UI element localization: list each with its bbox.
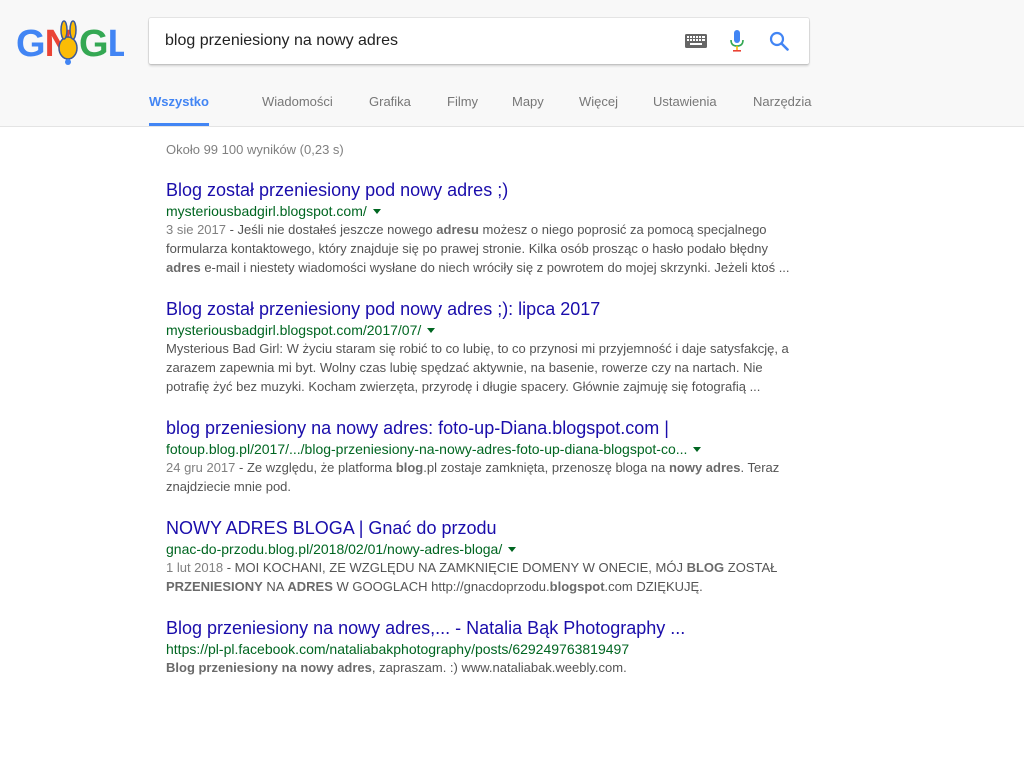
result-title-link[interactable]: Blog został przeniesiony pod nowy adres … [166,297,796,321]
result-date: 3 sie 2017 [166,222,226,237]
snippet-highlight: BLOG [686,560,725,575]
search-result: Blog został przeniesiony pod nowy adres … [166,178,796,277]
result-date: 1 lut 2018 [166,560,224,575]
snippet-highlight: blog [395,460,424,475]
tab-news[interactable]: Wiadomości [262,84,333,126]
snippet-text: - Ze względu, że platforma [235,460,396,475]
result-stats: Około 99 100 wyników (0,23 s) [166,142,344,157]
search-result: Blog przeniesiony na nowy adres,... - Na… [166,616,796,677]
google-doodle-logo[interactable]: GN GLE [16,18,124,66]
snippet-highlight: blogspot [549,579,605,594]
tab-videos[interactable]: Filmy [447,84,478,126]
search-result: NOWY ADRES BLOGA | Gnać do przodu gnac-do… [166,516,796,596]
mic-icon[interactable] [729,30,745,52]
result-snippet: Blog przeniesiony na nowy adres, zaprasz… [166,658,796,677]
result-title-link[interactable]: NOWY ADRES BLOGA | Gnać do przodu [166,516,796,540]
caret-down-icon[interactable] [508,547,517,552]
result-snippet: 24 gru 2017 - Ze względu, że platforma b… [166,458,796,496]
snippet-text: .com DZIĘKUJĘ. [604,579,703,594]
snippet-highlight: adres [166,260,201,275]
result-url: https://pl-pl.facebook.com/nataliabakpho… [166,640,796,658]
result-snippet: 1 lut 2018 - MOI KOCHANI, ZE WZGLĘDU NA … [166,558,796,596]
result-url-text: mysteriousbadgirl.blogspot.com/ [166,203,367,219]
result-url-text: gnac-do-przodu.blog.pl/2018/02/01/nowy-a… [166,541,503,557]
snippet-text: NA [262,579,288,594]
tab-all[interactable]: Wszystko [149,84,209,126]
snippet-text: - Jeśli nie dostałeś jeszcze nowego [226,222,437,237]
snippet-highlight: PRZENIESIONY [166,579,263,594]
caret-down-icon[interactable] [427,328,436,333]
caret-down-icon[interactable] [372,209,381,214]
result-url-text: mysteriousbadgirl.blogspot.com/2017/07/ [166,322,422,338]
result-snippet: Mysterious Bad Girl: W życiu staram się … [166,339,796,396]
result-title-link[interactable]: Blog został przeniesiony pod nowy adres … [166,178,796,202]
result-url: fotoup.blog.pl/2017/.../blog-przeniesion… [166,440,796,458]
snippet-text: , zapraszam. :) www.nataliabak.weebly.co… [371,660,627,675]
snippet-text: ZOSTAŁ [724,560,778,575]
result-url: mysteriousbadgirl.blogspot.com/2017/07/ [166,321,796,339]
snippet-text: Mysterious Bad Girl: W życiu staram się … [166,341,789,394]
snippet-text: W GOOGLACH http://gnacdoprzodu. [332,579,550,594]
snippet-text: .pl zostaje zamknięta, przenoszę bloga n… [423,460,669,475]
tab-tools[interactable]: Narzędzia [753,84,812,126]
search-result: blog przeniesiony na nowy adres: foto-up… [166,416,796,496]
snippet-highlight: ADRES [287,579,333,594]
result-title-link[interactable]: Blog przeniesiony na nowy adres,... - Na… [166,616,796,640]
keyboard-icon[interactable] [685,34,707,48]
result-title-link[interactable]: blog przeniesiony na nowy adres: foto-up… [166,416,796,440]
snippet-highlight: nowy adres [668,460,741,475]
search-result: Blog został przeniesiony pod nowy adres … [166,297,796,396]
tab-maps[interactable]: Mapy [512,84,544,126]
header: GN GLE blog przeniesiony na nowy adres [0,0,1024,127]
result-snippet: 3 sie 2017 - Jeśli nie dostałeś jeszcze … [166,220,796,277]
search-icon[interactable] [769,31,789,51]
snippet-highlight: Blog przeniesiony na nowy adres [166,660,372,675]
result-url-text: https://pl-pl.facebook.com/nataliabakpho… [166,641,630,657]
results-list: Blog został przeniesiony pod nowy adres … [166,178,796,697]
tab-more[interactable]: Więcej [579,84,618,126]
snippet-text: e-mail i niestety wiadomości wysłane do … [200,260,790,275]
result-url: gnac-do-przodu.blog.pl/2018/02/01/nowy-a… [166,540,796,558]
snippet-highlight: adresu [436,222,479,237]
caret-down-icon[interactable] [693,447,702,452]
svg-text:GLE: GLE [79,23,124,65]
search-input[interactable]: blog przeniesiony na nowy adres [165,18,665,64]
result-url: mysteriousbadgirl.blogspot.com/ [166,202,796,220]
result-date: 24 gru 2017 [166,460,236,475]
tab-images[interactable]: Grafika [369,84,411,126]
search-box[interactable]: blog przeniesiony na nowy adres [149,18,809,64]
result-url-text: fotoup.blog.pl/2017/.../blog-przeniesion… [166,441,688,457]
tab-settings[interactable]: Ustawienia [653,84,717,126]
snippet-text: - MOI KOCHANI, ZE WZGLĘDU NA ZAMKNIĘCIE … [223,560,687,575]
